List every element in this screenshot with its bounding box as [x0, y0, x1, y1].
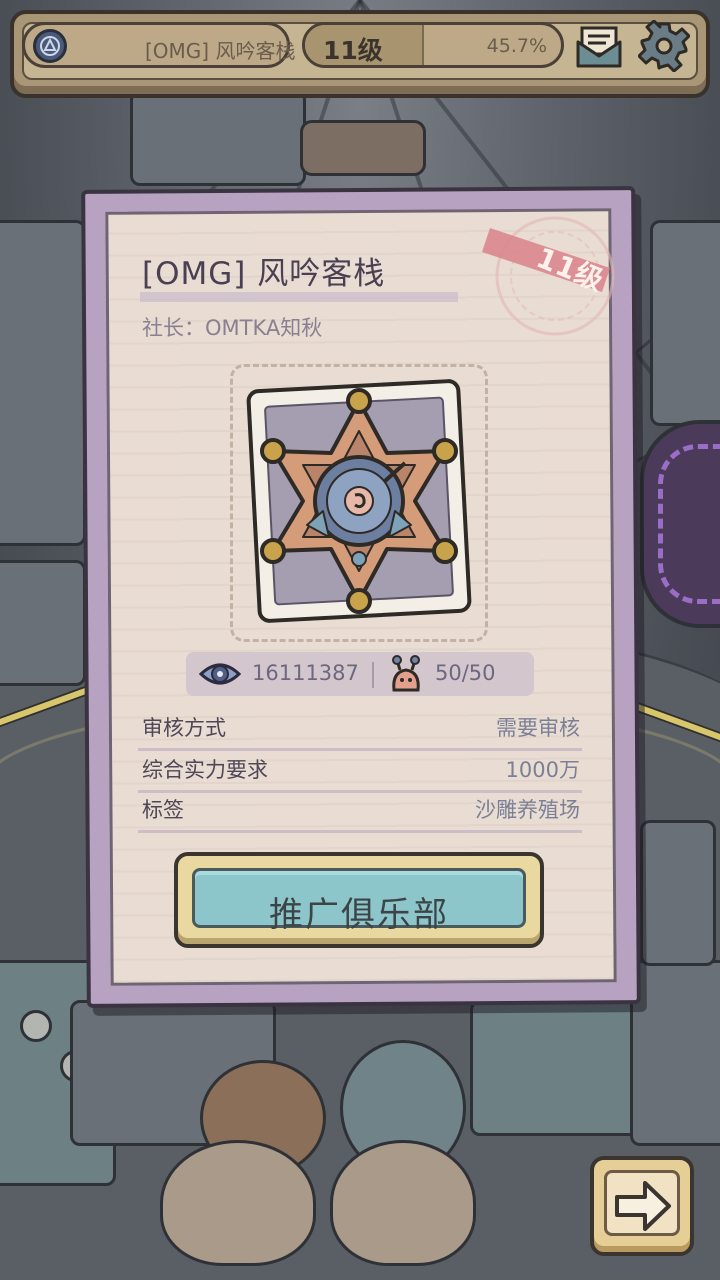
snail-body: [160, 1140, 316, 1266]
info-row-tag: 标签 沙雕养殖场: [138, 792, 582, 833]
info-value: 1000万: [505, 758, 580, 782]
info-value: 沙雕养殖场: [475, 798, 580, 822]
stats-divider: [372, 662, 374, 688]
club-badge-icon: [33, 29, 67, 63]
promote-club-button[interactable]: 推广俱乐部: [174, 852, 544, 948]
portal-door: [640, 420, 720, 628]
gear-icon[interactable]: [637, 19, 691, 73]
info-value: 需要审核: [496, 716, 580, 740]
view-count: 16111387: [252, 661, 359, 685]
title-highlight: [140, 292, 458, 302]
next-button-face: [604, 1170, 680, 1236]
eye-icon: [198, 663, 242, 685]
level-label: 11级: [323, 36, 383, 65]
info-key: 标签: [142, 798, 184, 822]
member-icon: [392, 655, 420, 692]
mail-icon[interactable]: [576, 26, 622, 68]
club-emblem-badge: [246, 379, 472, 623]
member-count: 50/50: [435, 661, 496, 685]
club-name-text: [OMG] 风吟客栈: [145, 39, 296, 63]
next-button[interactable]: [590, 1156, 694, 1256]
info-row-power: 综合实力要求 1000万: [138, 752, 582, 793]
promote-club-button-face: 推广俱乐部: [192, 868, 526, 935]
level-progress-percent: 45.7%: [486, 35, 547, 57]
snail-body: [330, 1140, 476, 1266]
machine-right: [640, 820, 716, 966]
club-title: [OMG] 风吟客栈: [142, 256, 386, 292]
info-key: 综合实力要求: [142, 758, 268, 782]
club-leader: 社长：OMTKA知秋: [142, 316, 323, 340]
info-row-review: 审核方式 需要审核: [138, 710, 582, 751]
machine-left: [0, 560, 86, 686]
promote-club-label: 推广俱乐部: [269, 895, 449, 935]
info-key: 审核方式: [142, 716, 226, 740]
machine: [130, 90, 306, 186]
machine-left: [0, 220, 86, 546]
club-name-pill[interactable]: [OMG] 风吟客栈: [22, 22, 295, 68]
pipe: [300, 120, 426, 176]
console-right: [470, 1000, 646, 1136]
dial: [20, 1010, 52, 1042]
level-progress-pill: 11级 45.7%: [302, 22, 564, 68]
machine-right: [650, 220, 720, 426]
arrow-right-icon: [615, 1181, 671, 1231]
console-right: [630, 960, 720, 1146]
